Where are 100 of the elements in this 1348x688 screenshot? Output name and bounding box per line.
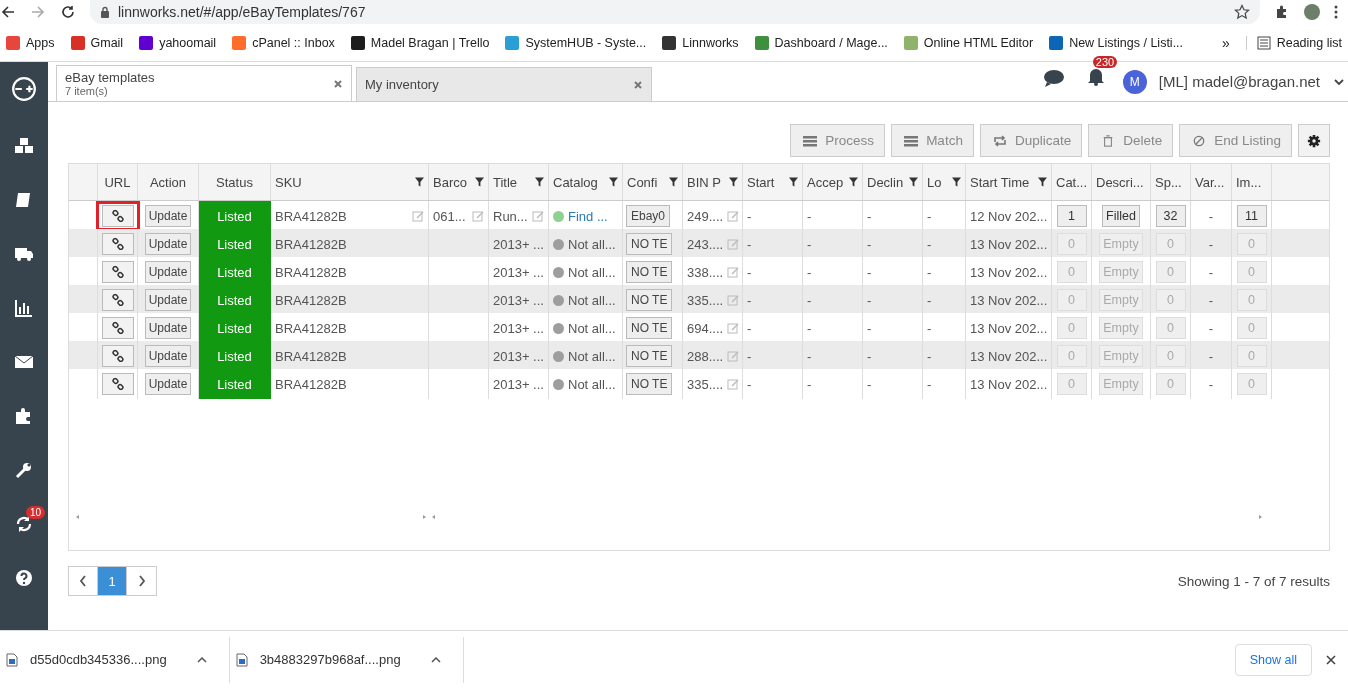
column-header[interactable]: Sp... (1155, 174, 1182, 190)
update-button[interactable]: Update (144, 373, 192, 395)
link-button[interactable] (101, 233, 134, 255)
bookmark[interactable]: SystemHUB - Syste... (505, 35, 647, 50)
column-header[interactable]: Title (493, 174, 518, 190)
scroll-left-icon[interactable] (75, 514, 81, 520)
reading-list[interactable]: Reading list (1245, 35, 1342, 50)
column-header[interactable]: Catalog (553, 174, 598, 190)
link-button[interactable] (101, 289, 134, 311)
filter-icon[interactable] (535, 177, 544, 187)
settings-button[interactable] (1298, 124, 1330, 157)
logo-icon[interactable] (11, 76, 37, 102)
bookmark[interactable]: Dashboard / Mage... (754, 35, 888, 50)
column-header[interactable]: Var... (1195, 174, 1225, 190)
sync-icon[interactable] (14, 514, 34, 534)
download-item[interactable]: d55d0cdb345336....png (0, 636, 230, 683)
update-button[interactable]: Update (144, 205, 192, 227)
config-button[interactable]: NO TE (626, 233, 673, 255)
column-header[interactable]: Start (747, 174, 775, 190)
caret-icon[interactable] (1334, 78, 1344, 85)
scroll-left-icon[interactable] (431, 514, 437, 520)
download-item[interactable]: 3b4883297b968af....png (229, 636, 464, 683)
filter-icon[interactable] (609, 177, 618, 187)
column-header[interactable]: Accep (807, 174, 844, 190)
scroll-right-icon[interactable] (1257, 514, 1263, 520)
column-header[interactable]: URL (104, 174, 131, 190)
config-button[interactable]: NO TE (626, 289, 673, 311)
address-bar[interactable]: linnworks.net/#/app/eBayTemplates/767 (90, 0, 1260, 24)
count-button[interactable]: 11 (1236, 205, 1267, 227)
filter-icon[interactable] (475, 177, 484, 187)
wrench-icon[interactable] (14, 460, 34, 480)
bookmark[interactable]: Linnworks (662, 35, 739, 50)
column-header[interactable]: Barco (433, 174, 467, 190)
close-icon[interactable] (333, 78, 343, 89)
config-button[interactable]: NO TE (626, 345, 673, 367)
cubes-icon[interactable] (14, 136, 34, 156)
close-icon[interactable] (1326, 654, 1336, 665)
filter-icon[interactable] (1038, 177, 1047, 187)
config-button[interactable]: NO TE (626, 373, 673, 395)
column-header[interactable]: Descri... (1096, 174, 1144, 190)
profile-avatar-icon[interactable] (1304, 4, 1320, 20)
bookmark[interactable]: Gmail (70, 35, 124, 50)
filter-icon[interactable] (952, 177, 961, 187)
bar-chart-icon[interactable] (14, 298, 34, 318)
status-cell: Listed (199, 313, 271, 343)
tab[interactable]: My inventory (356, 67, 652, 101)
column-header[interactable]: Status (216, 174, 253, 190)
bookmark[interactable]: cPanel :: Inbox (232, 35, 335, 50)
filter-icon[interactable] (729, 177, 738, 187)
link-button[interactable] (101, 345, 134, 367)
column-header[interactable]: Start Time (970, 174, 1030, 190)
filter-icon[interactable] (909, 177, 918, 187)
count-button[interactable]: 1 (1056, 205, 1087, 227)
description-button[interactable]: Filled (1102, 205, 1140, 227)
column-header[interactable]: SKU (275, 174, 302, 190)
star-icon[interactable] (1234, 4, 1250, 20)
link-button[interactable] (101, 317, 134, 339)
column-header[interactable]: Action (149, 174, 187, 190)
config-button[interactable]: NO TE (626, 261, 673, 283)
config-button[interactable]: Ebay0 (626, 205, 671, 227)
column-header[interactable]: Declin (867, 174, 904, 190)
column-header[interactable]: Im... (1236, 174, 1262, 190)
column-header[interactable]: BIN P (687, 174, 721, 190)
show-all-button[interactable]: Show all (1234, 643, 1312, 676)
user-avatar[interactable]: M (1122, 69, 1147, 94)
update-button[interactable]: Update (144, 317, 192, 339)
help-icon[interactable] (14, 568, 34, 588)
update-button[interactable]: Update (144, 233, 192, 255)
tab[interactable]: eBay templates 7 item(s) (56, 65, 352, 101)
menu-icon[interactable] (1334, 4, 1338, 20)
link-button[interactable] (101, 373, 134, 395)
scroll-right-icon[interactable] (421, 514, 427, 520)
update-button[interactable]: Update (144, 289, 192, 311)
column-header[interactable]: Lo (927, 174, 942, 190)
filter-icon[interactable] (669, 177, 678, 187)
find-link[interactable]: Find ... (568, 208, 608, 224)
column-header[interactable]: Cat... (1056, 174, 1088, 190)
link-button[interactable] (101, 261, 134, 283)
column-header[interactable]: Confi (627, 174, 658, 190)
table-cell: 288.... (687, 348, 724, 364)
bookmark[interactable]: yahoomail (139, 35, 217, 50)
more-bookmarks[interactable]: » (1221, 34, 1230, 51)
bookmark[interactable]: Online HTML Editor (903, 35, 1034, 50)
filter-icon[interactable] (849, 177, 858, 187)
count-button[interactable]: 32 (1155, 205, 1186, 227)
config-button[interactable]: NO TE (626, 317, 673, 339)
filter-icon[interactable] (789, 177, 798, 187)
update-button[interactable]: Update (144, 261, 192, 283)
chat-icon[interactable] (1042, 67, 1065, 88)
bookmark[interactable]: Madel Bragan | Trello (350, 35, 490, 50)
back-icon[interactable] (0, 4, 16, 20)
reload-icon[interactable] (60, 4, 76, 20)
user-name[interactable]: [ML] madel@bragan.net (1158, 73, 1320, 90)
update-button[interactable]: Update (144, 345, 192, 367)
filter-icon[interactable] (415, 177, 424, 187)
bookmark[interactable]: Apps (6, 35, 55, 50)
caret-up-icon[interactable] (196, 656, 207, 663)
caret-up-icon[interactable] (430, 656, 441, 663)
link-button[interactable] (101, 205, 134, 227)
bookmark[interactable]: New Listings / Listi... (1049, 35, 1184, 50)
